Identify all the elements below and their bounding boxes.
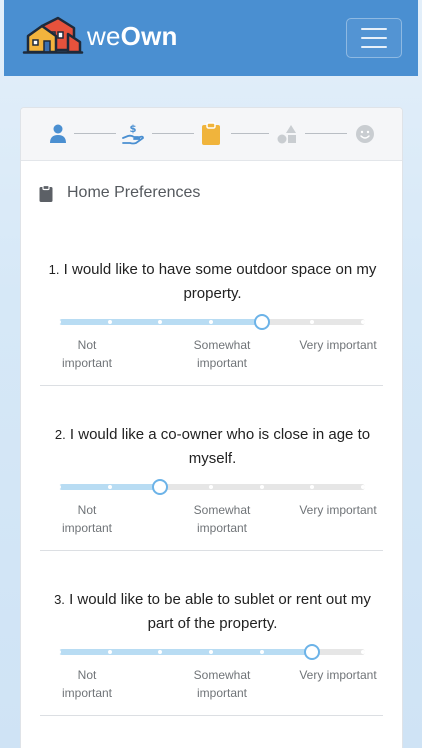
scale-labels: Not important Somewhat important Very imp… <box>53 666 377 706</box>
question-text: 3. I would like to be able to sublet or … <box>48 588 378 636</box>
hamburger-bar <box>361 37 387 39</box>
question-label: I would like to have some outdoor space … <box>63 261 377 302</box>
step-connector <box>305 133 347 134</box>
importance-slider[interactable] <box>57 477 367 497</box>
question-text: 1. I would like to have some outdoor spa… <box>48 258 378 306</box>
questionnaire-card: $ Home Preferences 1. I would like to ha… <box>20 107 403 748</box>
step-connector <box>152 133 194 134</box>
importance-slider[interactable] <box>57 312 367 332</box>
label-somewhat-line1: Somewhat <box>193 338 251 352</box>
section-title: Home Preferences <box>67 184 201 201</box>
slider-tick <box>259 650 264 654</box>
hand-money-icon: $ <box>122 124 144 145</box>
smiley-icon <box>356 125 374 143</box>
progress-stepper: $ <box>21 108 402 161</box>
label-somewhat-line2: important <box>196 521 248 535</box>
slider-tick <box>361 320 365 324</box>
slider-tick <box>107 650 112 654</box>
label-not-important: Not important <box>61 503 113 535</box>
label-somewhat-important: Somewhat important <box>167 336 277 372</box>
question-3: 3. I would like to be able to sublet or … <box>21 588 404 706</box>
label-very-important: Very important <box>299 338 377 352</box>
question-number: 3. <box>54 592 65 607</box>
brand-name-bold: Own <box>120 20 178 51</box>
svg-text:$: $ <box>130 124 137 135</box>
question-divider <box>40 385 383 386</box>
brand-link[interactable]: weOwn <box>22 16 178 56</box>
step-connector <box>231 133 269 134</box>
step-smiley-icon[interactable] <box>354 122 376 146</box>
step-user-icon[interactable] <box>47 122 69 146</box>
label-very-important: Very important <box>299 668 377 682</box>
brand-name: weOwn <box>87 21 178 52</box>
slider-tick <box>107 320 112 324</box>
question-1: 1. I would like to have some outdoor spa… <box>21 258 404 376</box>
top-navbar: weOwn <box>4 0 418 76</box>
slider-tick <box>361 485 365 489</box>
label-somewhat-line2: important <box>196 356 248 370</box>
question-number: 1. <box>48 262 60 277</box>
hamburger-bar <box>361 46 387 48</box>
question-divider <box>40 550 383 551</box>
scale-labels: Not important Somewhat important Very imp… <box>53 501 377 541</box>
question-number: 2. <box>54 427 66 442</box>
slider-tick <box>107 485 112 489</box>
question-text: 2. I would like a co-owner who is close … <box>48 423 378 471</box>
question-divider <box>40 715 383 716</box>
clipboard-icon <box>202 122 220 145</box>
step-clipboard-icon[interactable] <box>200 122 222 146</box>
slider-tick <box>57 485 61 489</box>
step-shapes-icon[interactable] <box>276 122 298 146</box>
importance-slider[interactable] <box>57 642 367 662</box>
label-not-important: Not important <box>61 668 113 700</box>
slider-tick <box>209 320 213 324</box>
house-logo-icon <box>22 16 84 54</box>
label-somewhat-line1: Somewhat <box>193 668 251 682</box>
section-header: Home Preferences <box>39 184 200 202</box>
label-not-important: Not important <box>61 338 113 370</box>
clipboard-icon <box>39 184 53 202</box>
slider-fill <box>59 649 313 655</box>
question-label: I would like a co-owner who is close in … <box>69 426 371 467</box>
slider-tick <box>57 320 61 324</box>
slider-tick <box>259 485 264 489</box>
shapes-icon <box>277 125 296 144</box>
question-label: I would like to be able to sublet or ren… <box>69 591 371 632</box>
label-somewhat-line2: important <box>196 686 248 700</box>
label-somewhat-line1: Somewhat <box>193 503 251 517</box>
step-hand-money-icon[interactable]: $ <box>122 122 144 146</box>
label-somewhat-important: Somewhat important <box>167 501 277 537</box>
slider-thumb[interactable] <box>304 644 321 660</box>
label-somewhat-important: Somewhat important <box>167 666 277 702</box>
user-icon <box>50 124 66 143</box>
hamburger-bar <box>361 28 387 30</box>
slider-tick <box>209 485 213 489</box>
scale-labels: Not important Somewhat important Very imp… <box>53 336 377 376</box>
brand-name-light: we <box>87 20 121 51</box>
slider-tick <box>57 650 61 654</box>
slider-tick <box>209 650 213 654</box>
hamburger-menu-button[interactable] <box>346 18 402 58</box>
step-connector <box>74 133 116 134</box>
slider-thumb[interactable] <box>152 479 169 495</box>
label-very-important: Very important <box>299 503 377 517</box>
question-2: 2. I would like a co-owner who is close … <box>21 423 404 541</box>
slider-thumb[interactable] <box>253 314 270 330</box>
slider-tick <box>361 650 365 654</box>
